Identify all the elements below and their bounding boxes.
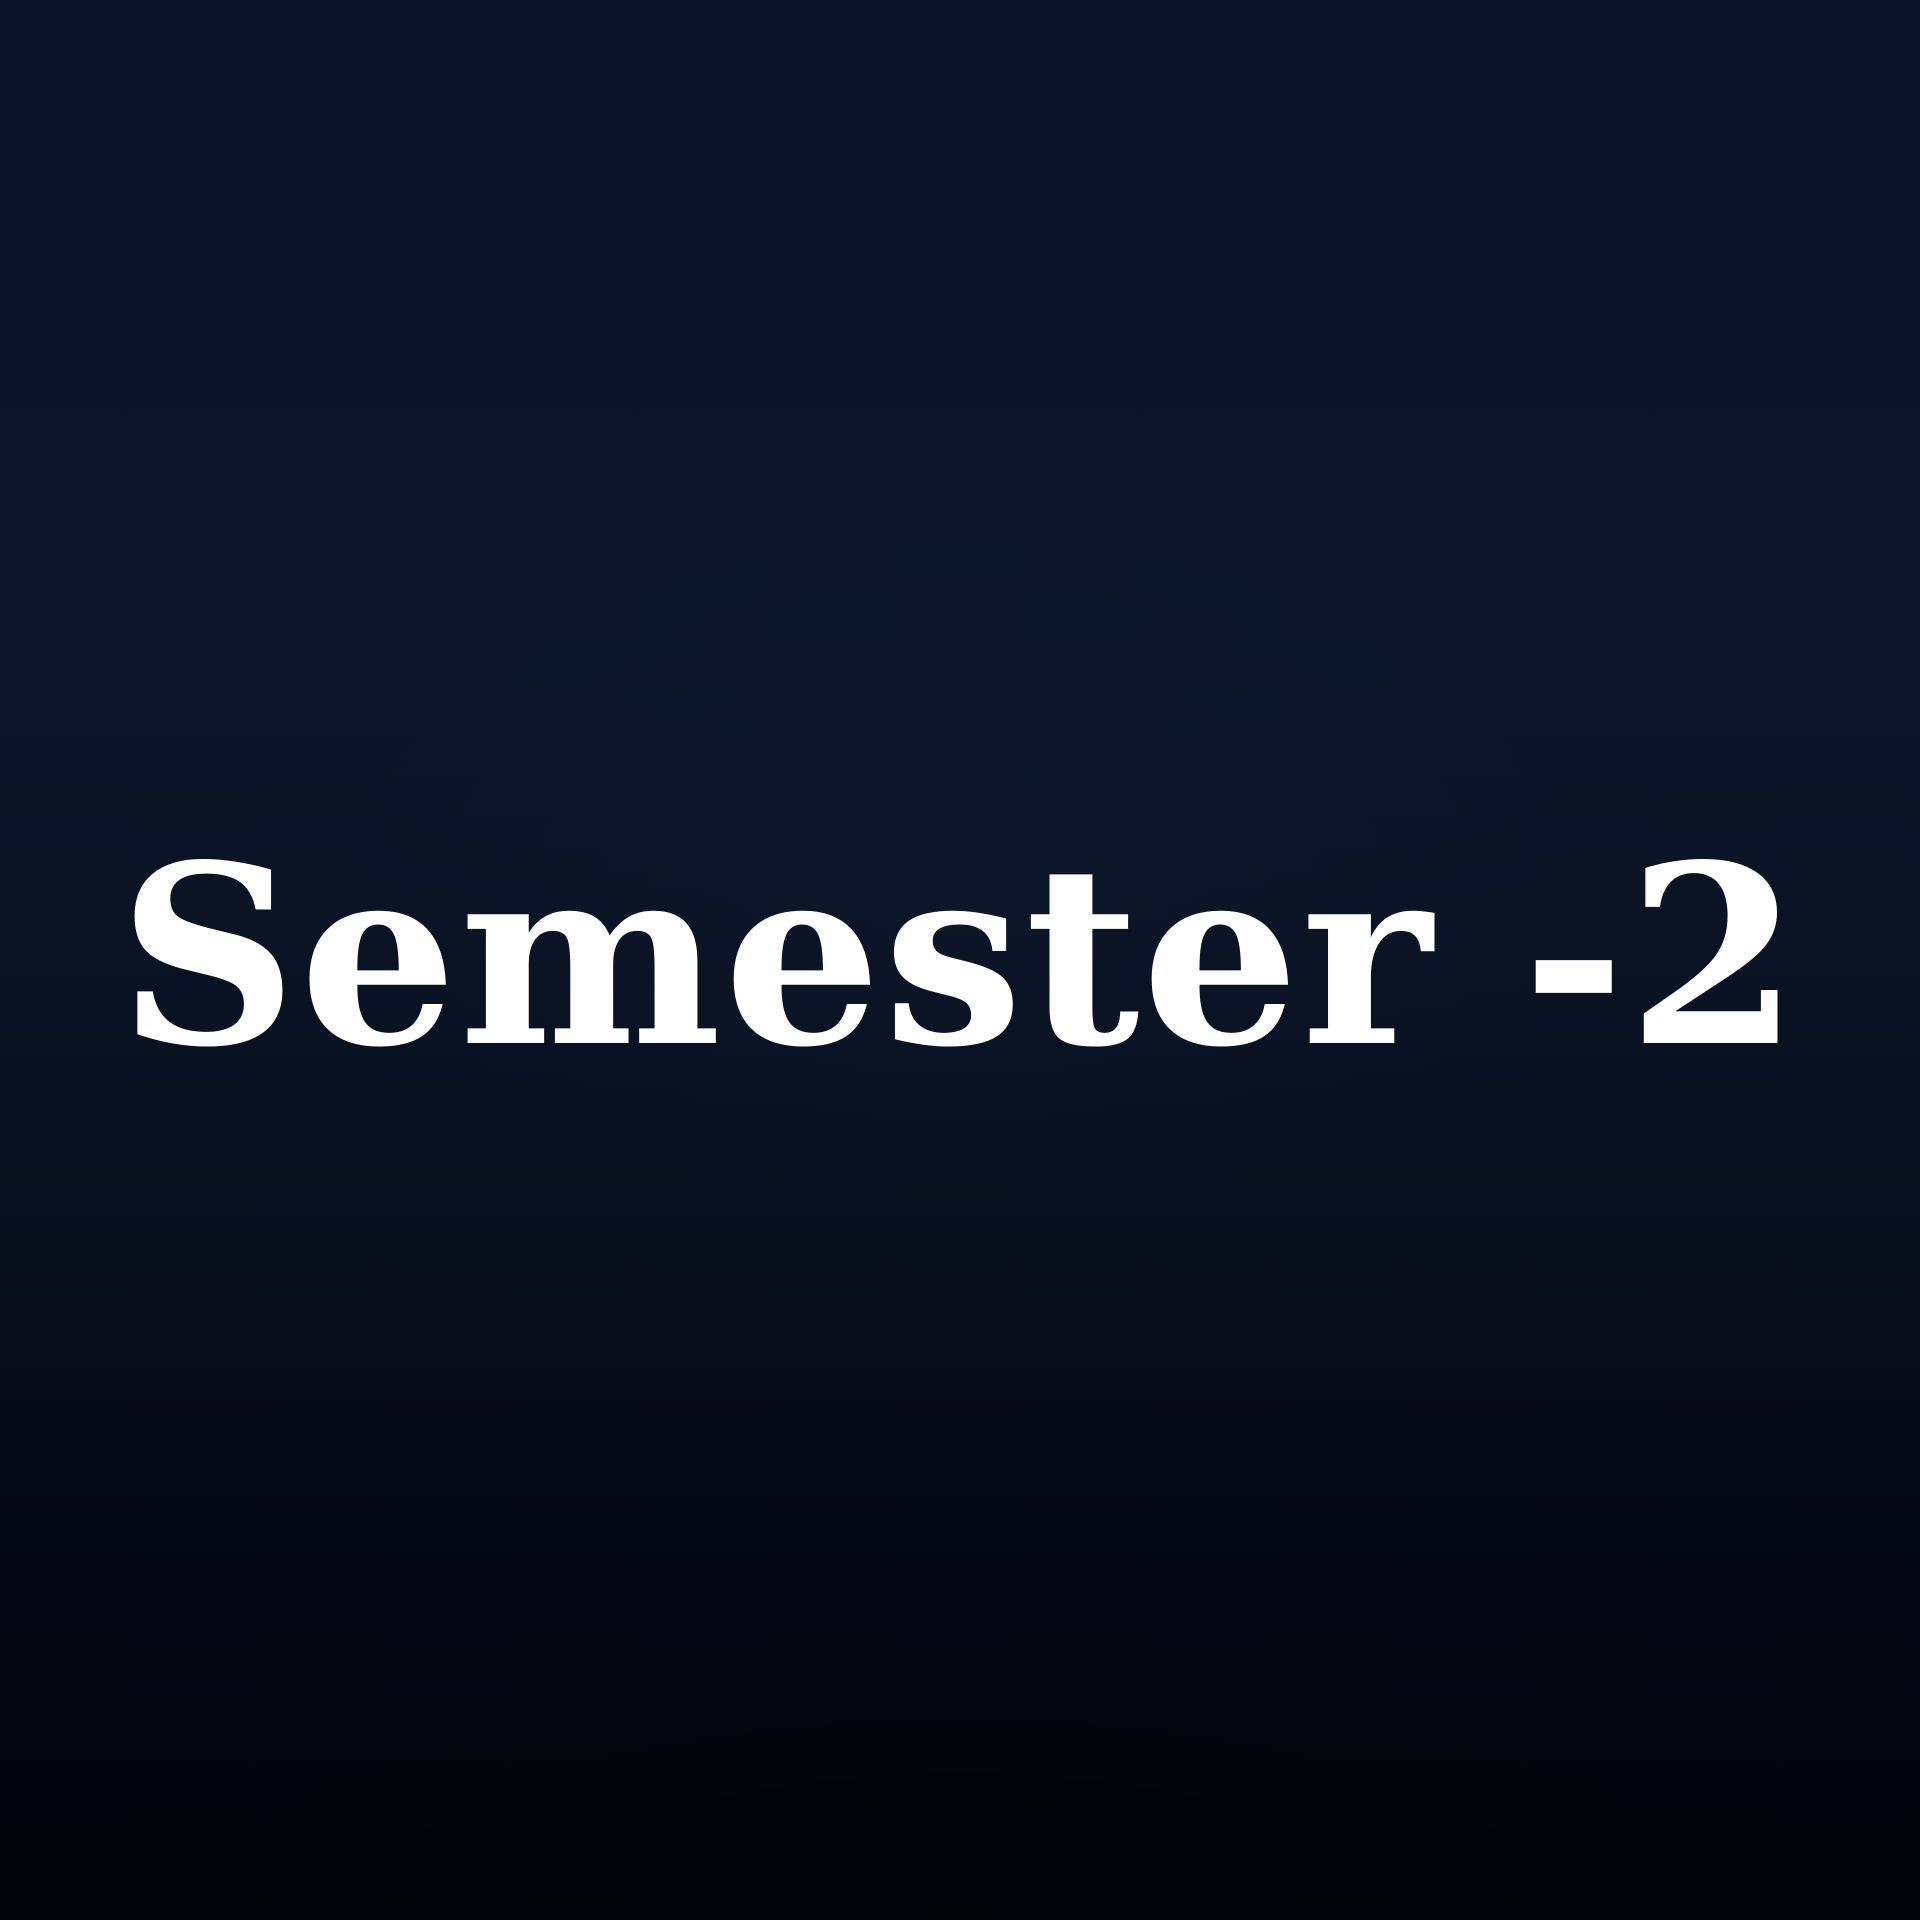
page-title: Semester -2 bbox=[118, 811, 1802, 1102]
